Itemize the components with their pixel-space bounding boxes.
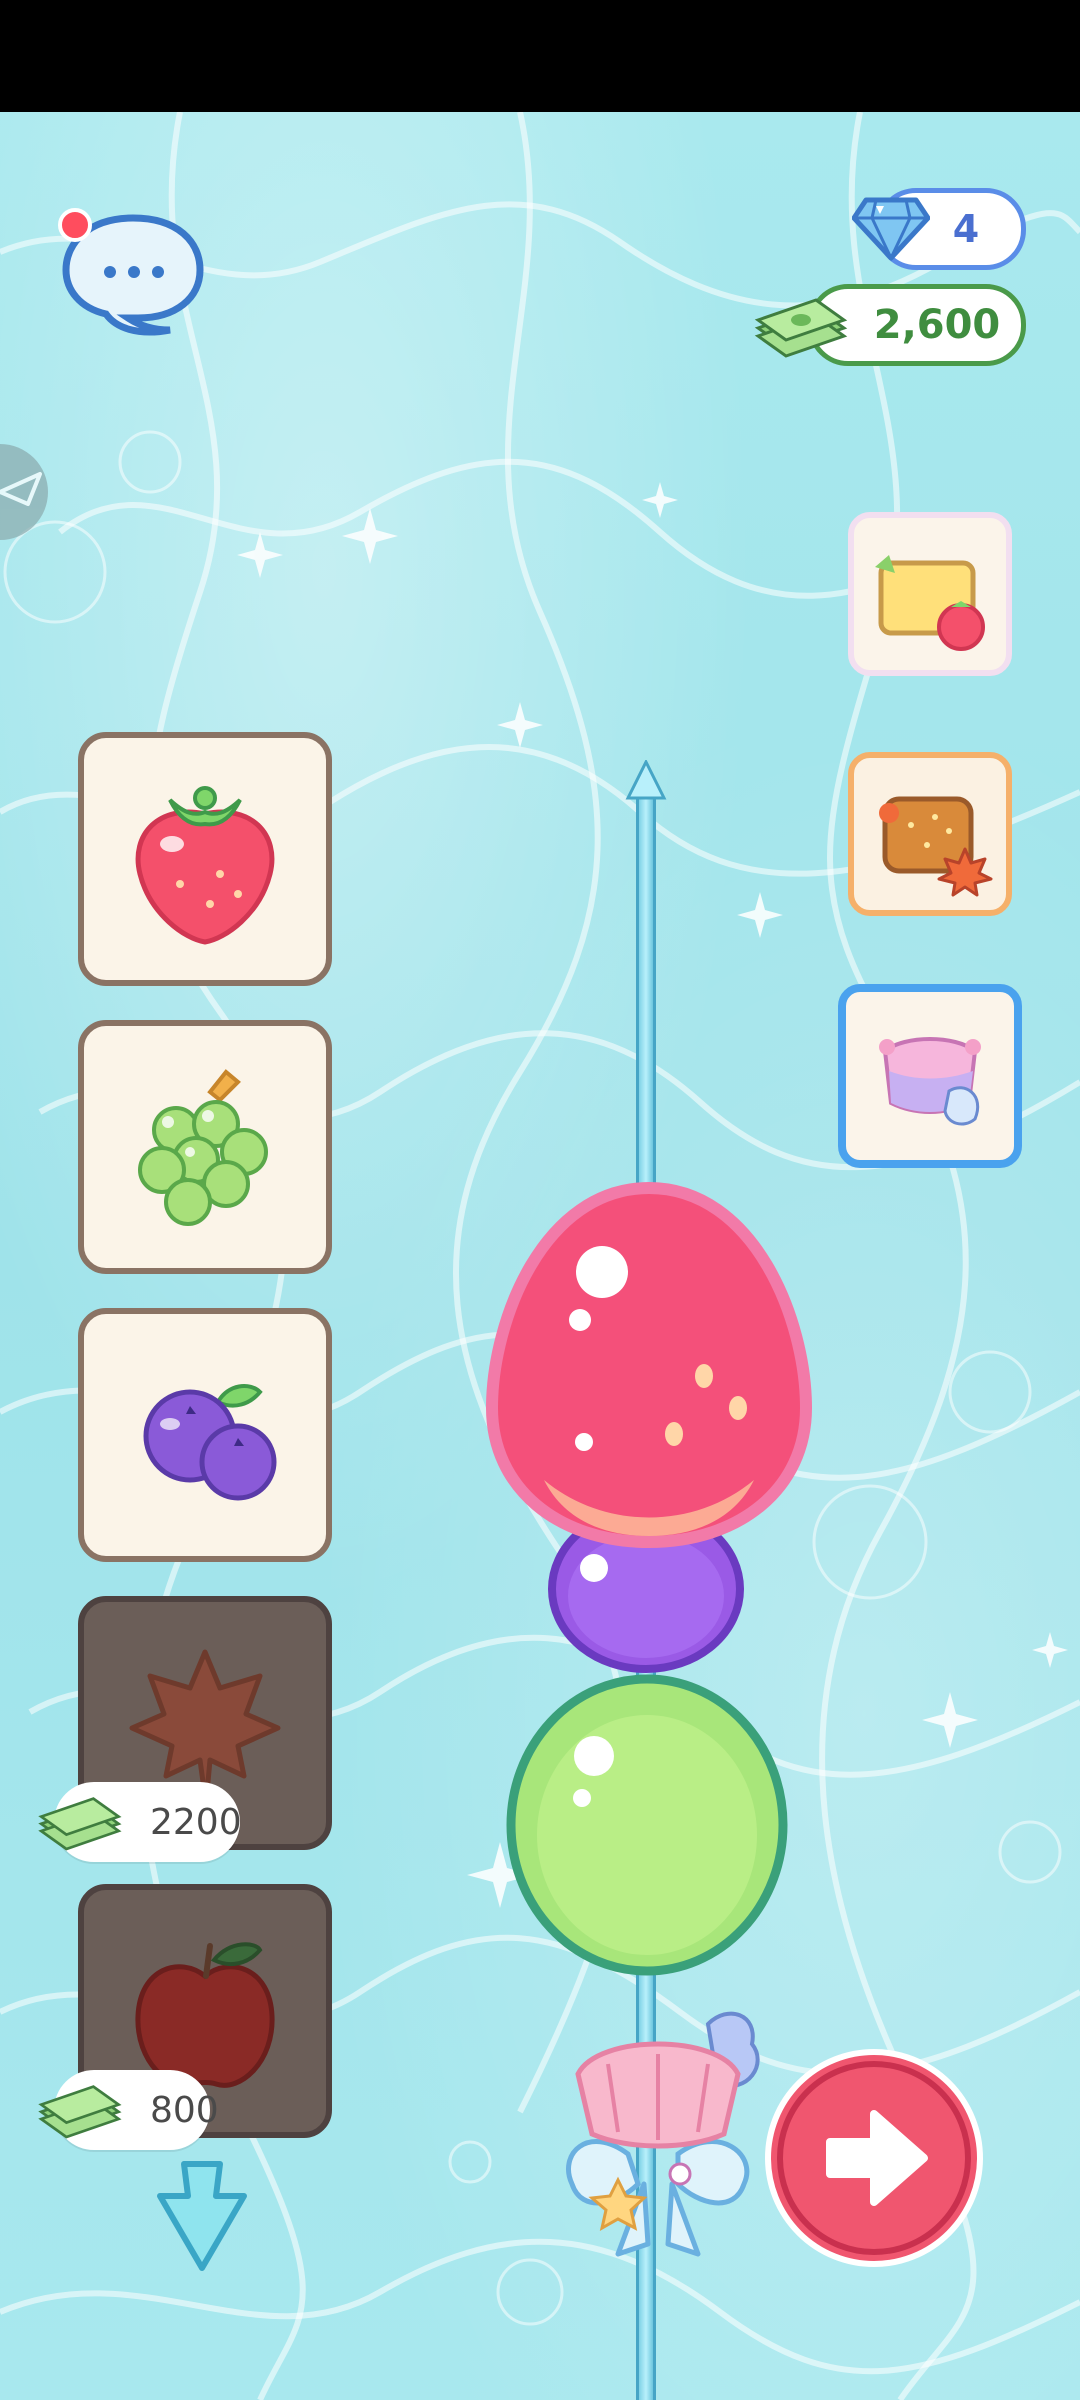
cash-stack-icon xyxy=(38,1797,122,1851)
price-tag-maple: 2200 xyxy=(38,1782,242,1862)
cash-count: 2,600 xyxy=(873,302,1001,348)
price-amount: 2200 xyxy=(150,1801,242,1843)
fruit-slot-strawberry[interactable] xyxy=(78,732,332,986)
grapes-icon xyxy=(138,1069,268,1226)
seashell-bow-ornament xyxy=(566,2011,760,2257)
side-tab[interactable] xyxy=(0,444,48,540)
skewer-tip xyxy=(625,760,667,800)
strawberry-icon xyxy=(135,786,275,945)
decor-card-strawberry-toast[interactable] xyxy=(848,512,1012,676)
status-bar xyxy=(0,0,1080,112)
gem-count: 4 xyxy=(952,207,980,251)
drop-button[interactable] xyxy=(152,2156,252,2276)
strawberry-toast-icon xyxy=(875,555,985,651)
cash-stack-icon xyxy=(38,2085,122,2139)
maple-toast-icon xyxy=(879,796,993,897)
fruit-slot-green-grapes[interactable] xyxy=(78,1020,332,1274)
game-scene: 4 2,600 2200 800 xyxy=(0,112,1080,2400)
blueberries-icon xyxy=(143,1384,277,1501)
skewer-piece-strawberry xyxy=(485,1181,813,1549)
notification-dot xyxy=(58,208,92,242)
fruit-slot-blueberries[interactable] xyxy=(78,1308,332,1562)
chat-button[interactable] xyxy=(58,208,208,338)
seashell-decor-icon xyxy=(879,1037,981,1126)
paper-plane-icon xyxy=(0,472,42,506)
cash-stack-icon xyxy=(754,298,848,358)
drop-arrow-icon xyxy=(157,2161,247,2271)
price-tag-apple: 800 xyxy=(38,2070,219,2150)
skewer-piece-green-grape xyxy=(506,1674,788,1976)
diamond-icon xyxy=(852,197,930,262)
price-amount: 800 xyxy=(150,2089,219,2131)
arrow-right-icon xyxy=(765,2049,983,2267)
confirm-button[interactable] xyxy=(762,2046,986,2270)
decor-card-seashell-selected[interactable] xyxy=(838,984,1022,1168)
decor-card-autumn-maple[interactable] xyxy=(848,752,1012,916)
